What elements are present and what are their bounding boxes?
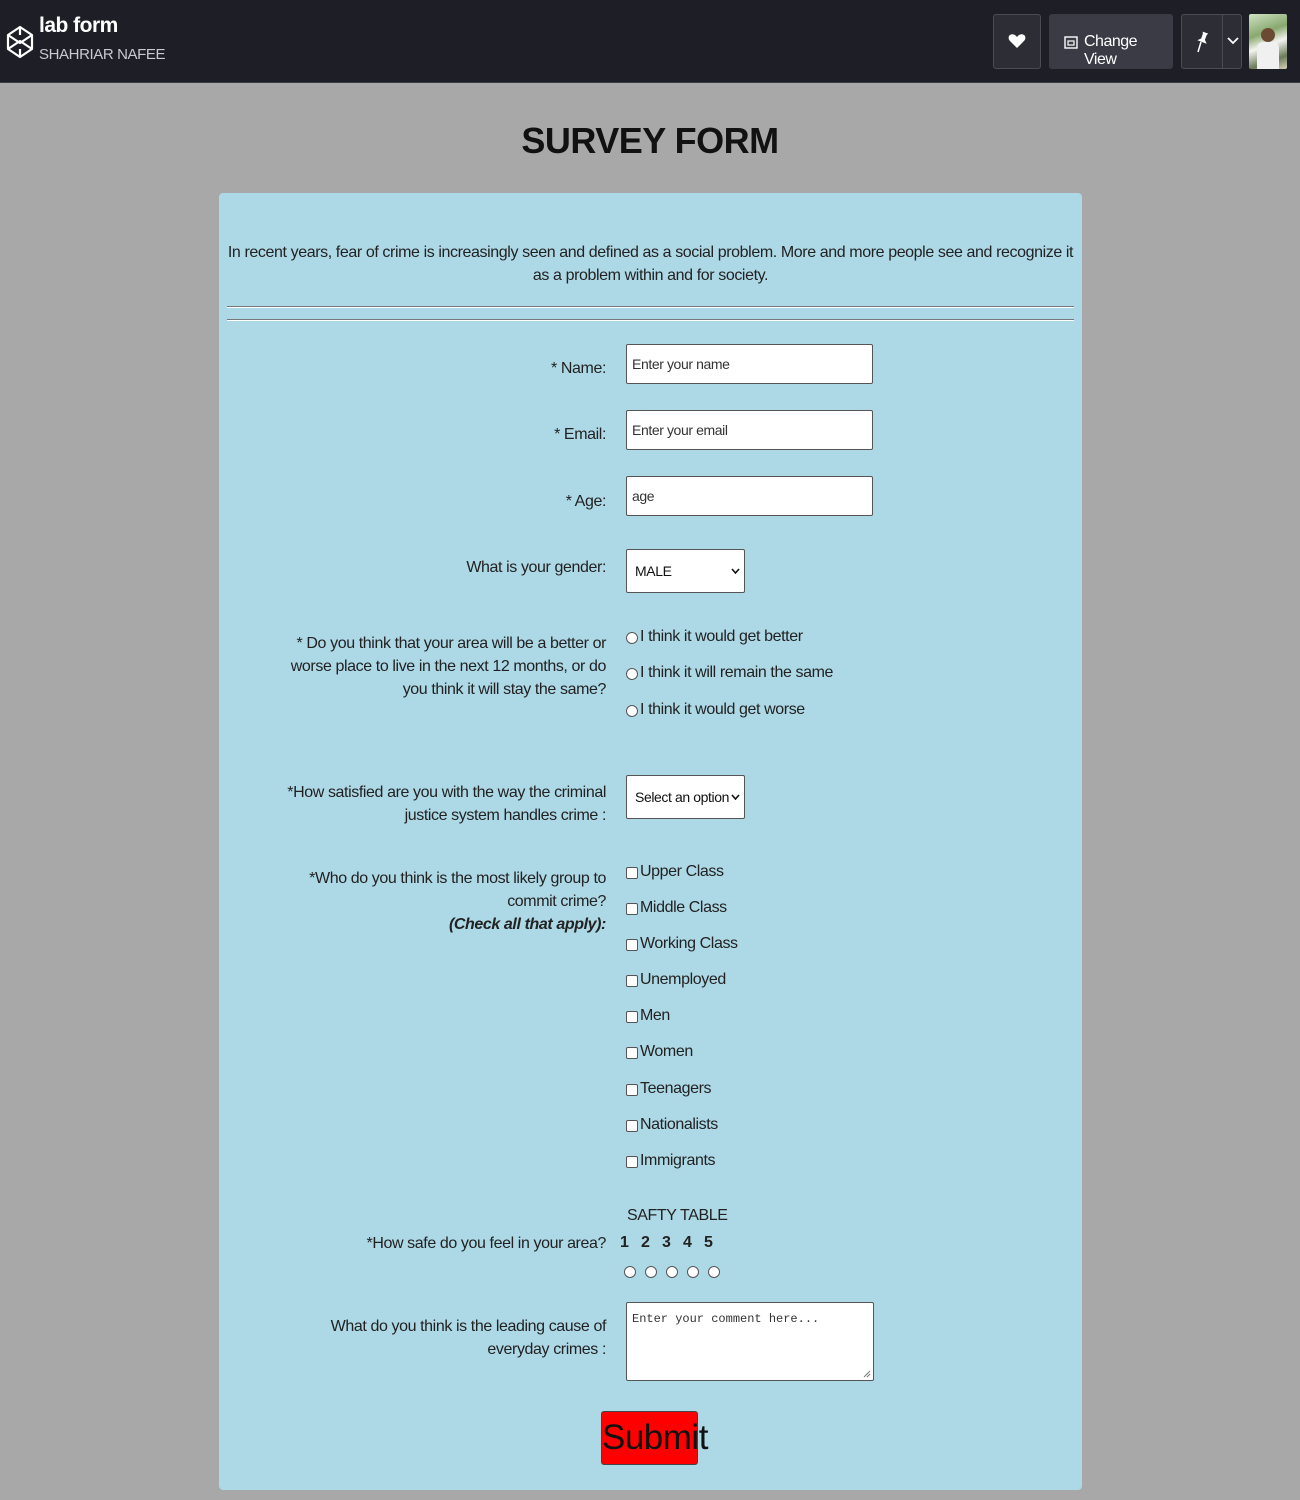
like-button[interactable] [993,14,1041,69]
resize-grip-icon[interactable] [863,1370,871,1378]
group-option-label: Immigrants [640,1152,716,1169]
safety-radio-1[interactable] [624,1266,636,1278]
cause-question: What do you think is the leading cause o… [330,1318,607,1358]
area-question: * Do you think that your area will be a … [290,635,607,698]
gender-select[interactable]: MALE [626,549,745,593]
checkbox[interactable] [626,1011,638,1023]
change-view-button[interactable]: Change View [1049,14,1173,69]
pin-icon [1197,31,1209,53]
checkbox[interactable] [626,903,638,915]
radio-button[interactable] [626,668,638,680]
safety-scale-label: 2 [641,1234,650,1251]
safety-scale-label: 4 [683,1234,692,1251]
justice-select[interactable]: Select an option [626,775,745,819]
checkbox[interactable] [626,939,638,951]
safety-question: *How safe do you feel in your area? [366,1235,607,1252]
checkbox[interactable] [626,1156,638,1168]
checkbox[interactable] [626,1084,638,1096]
group-question: *Who do you think is the most likely gro… [266,867,606,936]
group-option-label: Unemployed [640,971,726,988]
top-bar: lab form SHAHRIAR NAFEE Change View [0,0,1300,83]
justice-question: *How satisfied are you with the way the … [287,784,606,824]
checkbox[interactable] [626,1120,638,1132]
survey-form: In recent years, fear of crime is increa… [219,193,1082,1490]
justice-value: Select an option [635,789,730,805]
group-option-label: Middle Class [640,899,727,916]
group-option-label: Nationalists [640,1116,718,1133]
area-option-label: I think it would get better [640,628,803,645]
area-option-label: I think it would get worse [640,701,805,718]
author-name[interactable]: SHAHRIAR NAFEE [39,46,165,63]
checkbox[interactable] [626,867,638,879]
safety-scale-label: 1 [620,1234,629,1251]
area-option-label: I think it will remain the same [640,664,834,681]
pin-divider [1222,15,1223,68]
group-option-label: Upper Class [640,863,724,880]
safety-scale-label: 3 [662,1234,671,1251]
chevron-down-icon[interactable] [1227,37,1239,45]
group-option-label: Working Class [640,935,738,952]
checkbox[interactable] [626,1047,638,1059]
radio-button[interactable] [626,632,638,644]
safety-radio-3[interactable] [666,1266,678,1278]
heart-icon [1008,34,1026,48]
page-title: SURVEY FORM [521,120,779,161]
cause-placeholder: Enter your comment here... [632,1312,820,1326]
age-label: * Age: [565,493,607,510]
radio-button[interactable] [626,705,638,717]
avatar-face [1261,28,1275,42]
divider-top [227,306,1074,308]
group-option-label: Women [640,1043,693,1060]
chevron-down-icon [731,568,740,574]
group-option-label: Teenagers [640,1080,712,1097]
gender-value: MALE [635,563,672,579]
submit-button[interactable]: Submit [601,1411,708,1465]
safety-radio-5[interactable] [708,1266,720,1278]
age-input[interactable] [626,476,873,516]
group-question-text: *Who do you think is the most likely gro… [309,870,606,910]
chevron-down-icon [731,794,740,800]
cause-textarea[interactable]: Enter your comment here... [626,1302,874,1381]
codepen-logo-icon[interactable] [6,24,34,60]
safety-radio-4[interactable] [687,1266,699,1278]
avatar[interactable] [1249,14,1287,69]
app-title[interactable]: lab form [39,14,118,38]
name-label: * Name: [551,360,606,377]
group-option-label: Men [640,1007,670,1024]
group-hint: (Check all that apply): [448,916,606,933]
avatar-body [1257,42,1279,69]
divider-bottom [227,319,1074,321]
safety-table-title: SAFTY TABLE [627,1207,728,1224]
pin-button[interactable] [1181,14,1242,69]
gender-label: What is your gender: [466,559,606,576]
email-input[interactable] [626,410,873,450]
safety-scale-label: 5 [704,1234,713,1251]
email-label: * Email: [554,426,606,443]
view-icon [1064,36,1078,49]
intro-text: In recent years, fear of crime is increa… [227,244,1074,284]
change-view-label: Change View [1084,33,1138,68]
name-input[interactable] [626,344,873,384]
checkbox[interactable] [626,975,638,987]
safety-radio-2[interactable] [645,1266,657,1278]
